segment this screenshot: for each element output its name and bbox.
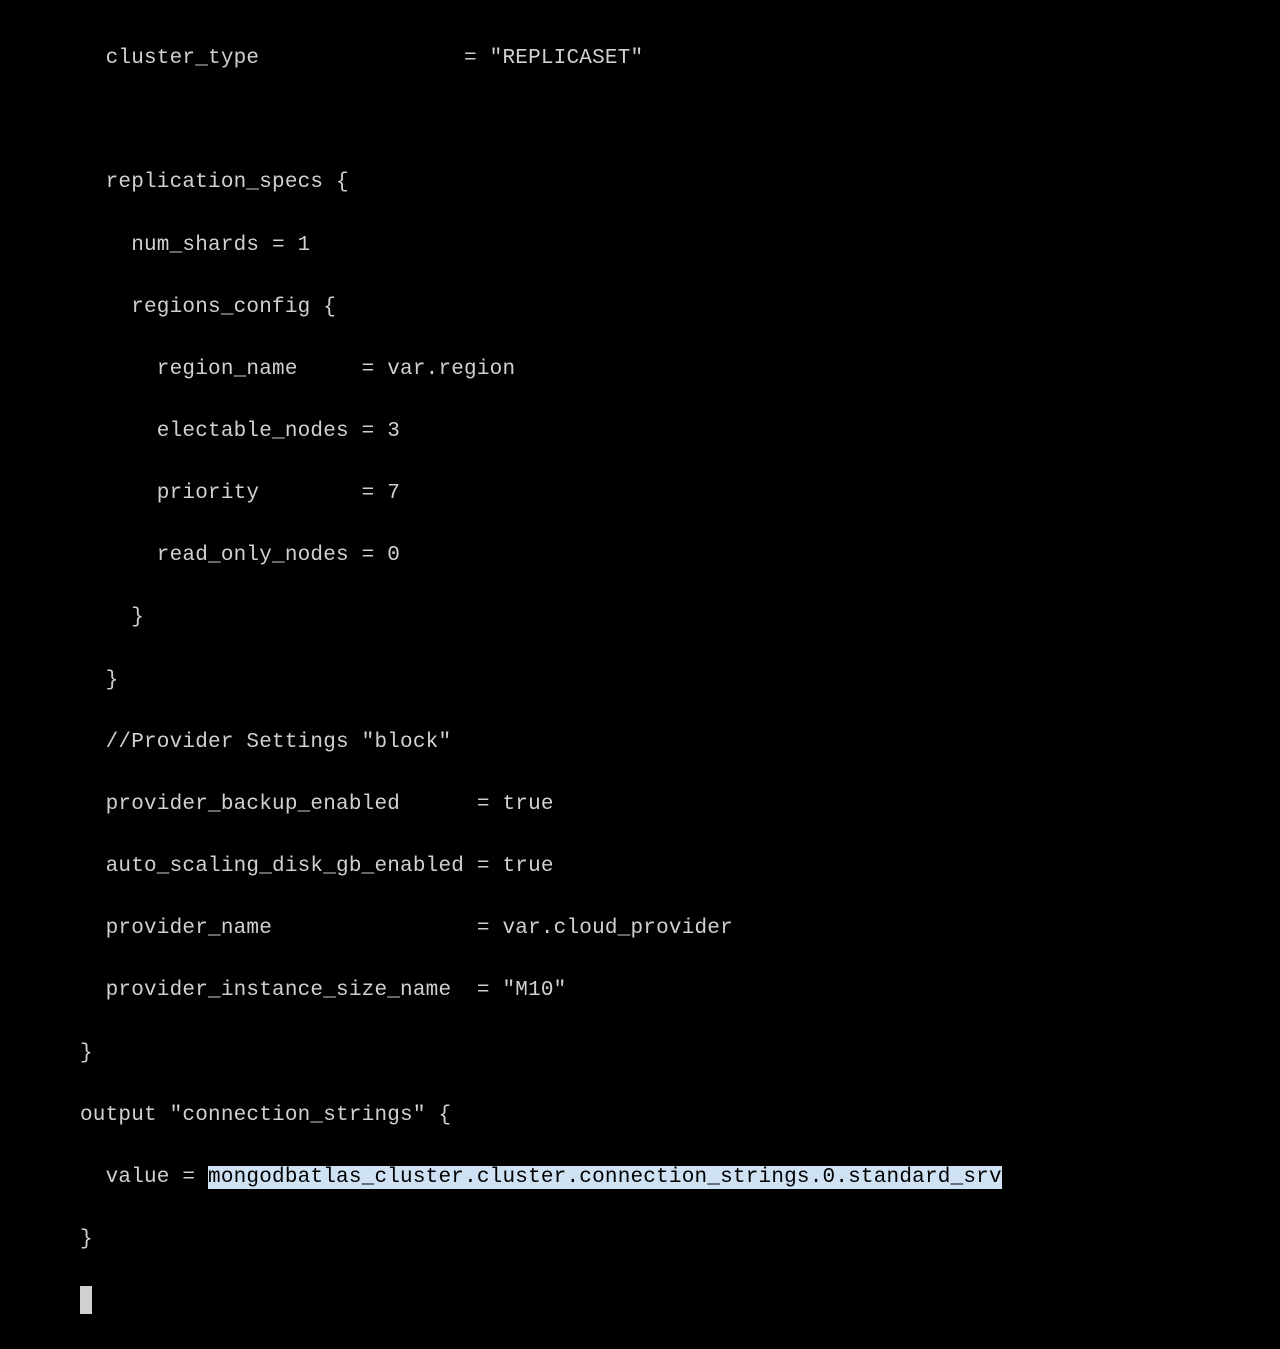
code-line: read_only_nodes = 0 (80, 540, 1280, 571)
code-editor[interactable]: cluster_type = "REPLICASET" replication_… (0, 0, 1280, 1349)
code-line: provider_backup_enabled = true (80, 789, 1280, 820)
code-line: } (80, 1224, 1280, 1255)
selected-text[interactable]: mongodbatlas_cluster.cluster.connection_… (208, 1166, 1002, 1189)
code-text: value = (80, 1166, 208, 1189)
code-line: region_name = var.region (80, 354, 1280, 385)
code-line: num_shards = 1 (80, 230, 1280, 261)
code-line: electable_nodes = 3 (80, 416, 1280, 447)
code-line: replication_specs { (80, 167, 1280, 198)
code-line: provider_instance_size_name = "M10" (80, 975, 1280, 1006)
code-line: provider_name = var.cloud_provider (80, 913, 1280, 944)
code-line (80, 105, 1280, 136)
code-line: } (80, 1038, 1280, 1069)
code-line: auto_scaling_disk_gb_enabled = true (80, 851, 1280, 882)
code-line: cluster_type = "REPLICASET" (80, 43, 1280, 74)
code-line: priority = 7 (80, 478, 1280, 509)
code-line: } (80, 602, 1280, 633)
text-cursor (80, 1286, 92, 1313)
code-line: } (80, 665, 1280, 696)
code-line: regions_config { (80, 292, 1280, 323)
cursor-line (80, 1286, 1280, 1317)
code-line: //Provider Settings "block" (80, 727, 1280, 758)
code-line: output "connection_strings" { (80, 1100, 1280, 1131)
code-line: value = mongodbatlas_cluster.cluster.con… (80, 1162, 1280, 1193)
